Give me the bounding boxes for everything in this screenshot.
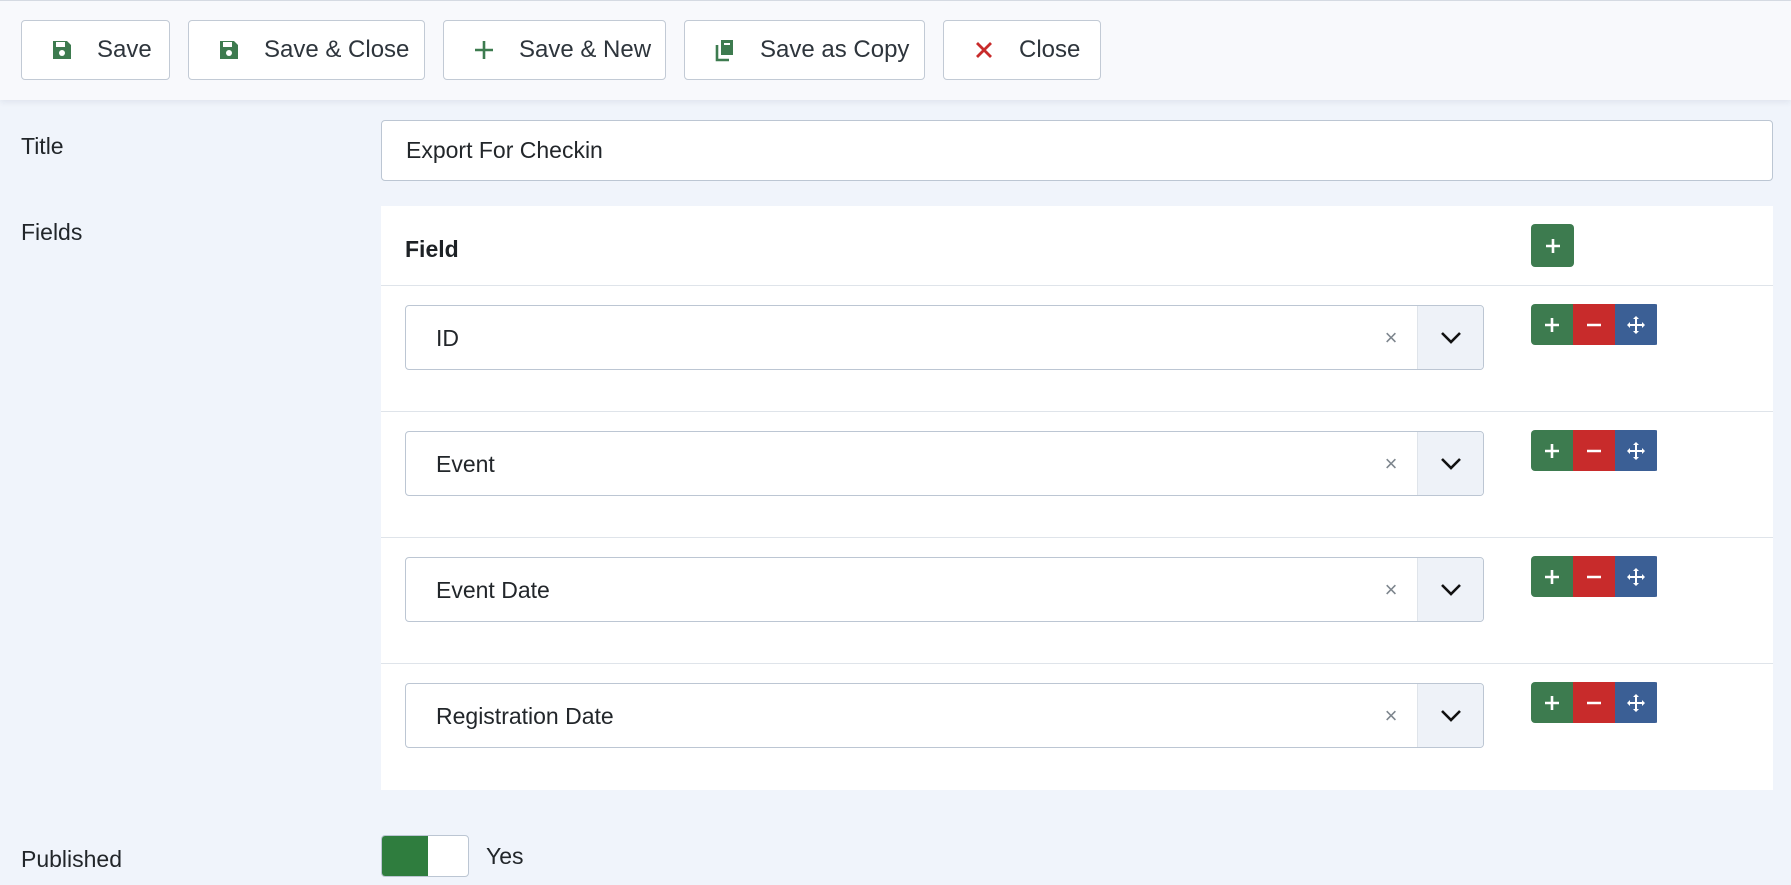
add-field-button[interactable]: [1531, 224, 1574, 267]
save-button-label: Save: [97, 36, 152, 63]
move-icon: [1627, 441, 1645, 460]
save-close-button-label: Save & Close: [264, 36, 410, 63]
add-row-button[interactable]: [1531, 304, 1573, 345]
chevron-down-icon[interactable]: [1417, 558, 1483, 621]
remove-row-button[interactable]: [1573, 304, 1615, 345]
save-as-copy-button-label: Save as Copy: [760, 36, 910, 63]
title-label: Title: [21, 133, 64, 159]
chevron-down-icon[interactable]: [1417, 306, 1483, 369]
fields-label: Fields: [21, 219, 83, 245]
remove-row-button[interactable]: [1573, 682, 1615, 723]
move-row-handle[interactable]: [1615, 304, 1657, 345]
minus-icon: [1587, 575, 1601, 578]
clear-icon[interactable]: ×: [1379, 325, 1403, 351]
plus-icon: [471, 37, 497, 63]
row-actions: [1531, 556, 1659, 597]
toolbar: Save Save & Close Save & New Save as Cop…: [0, 0, 1791, 100]
field-select-value: Event: [436, 451, 495, 477]
published-toggle[interactable]: [381, 835, 469, 877]
plus-icon: [1545, 443, 1559, 458]
plus-icon: [1545, 695, 1559, 710]
chevron-down-icon[interactable]: [1417, 684, 1483, 747]
plus-icon: [1545, 317, 1559, 332]
add-row-button[interactable]: [1531, 556, 1573, 597]
row-actions: [1531, 430, 1659, 471]
chevron-down-icon[interactable]: [1417, 432, 1483, 495]
save-close-button[interactable]: Save & Close: [188, 20, 425, 80]
close-button-label: Close: [1019, 36, 1081, 63]
move-icon: [1627, 315, 1645, 334]
field-row-id: ID ×: [381, 286, 1773, 412]
field-row-event: Event ×: [381, 412, 1773, 538]
move-icon: [1627, 567, 1645, 586]
move-row-handle[interactable]: [1615, 556, 1657, 597]
field-row-event-date: Event Date ×: [381, 538, 1773, 664]
clear-icon[interactable]: ×: [1379, 451, 1403, 477]
published-label: Published: [21, 846, 123, 872]
field-select[interactable]: Event ×: [405, 431, 1484, 496]
add-row-button[interactable]: [1531, 430, 1573, 471]
save-as-copy-button[interactable]: Save as Copy: [684, 20, 925, 80]
clear-icon[interactable]: ×: [1379, 703, 1403, 729]
add-row-button[interactable]: [1531, 682, 1573, 723]
clear-icon[interactable]: ×: [1379, 577, 1403, 603]
close-button[interactable]: Close: [943, 20, 1101, 80]
toggle-knob: [382, 836, 428, 876]
save-new-button-label: Save & New: [519, 36, 652, 63]
title-input[interactable]: [381, 120, 1773, 181]
field-select-value: Registration Date: [436, 703, 614, 729]
field-select-value: ID: [436, 325, 459, 351]
save-icon: [216, 37, 242, 63]
field-select[interactable]: Event Date ×: [405, 557, 1484, 622]
move-row-handle[interactable]: [1615, 430, 1657, 471]
move-icon: [1627, 693, 1645, 712]
fields-table-header: Field: [381, 206, 1773, 286]
save-new-button[interactable]: Save & New: [443, 20, 666, 80]
save-button[interactable]: Save: [21, 20, 170, 80]
remove-row-button[interactable]: [1573, 430, 1615, 471]
minus-icon: [1587, 323, 1601, 326]
field-row-registration-date: Registration Date ×: [381, 664, 1773, 790]
close-icon: [971, 37, 997, 63]
save-icon: [49, 37, 75, 63]
remove-row-button[interactable]: [1573, 556, 1615, 597]
published-value: Yes: [486, 843, 524, 869]
field-column-header: Field: [405, 236, 459, 262]
minus-icon: [1587, 449, 1601, 452]
minus-icon: [1587, 701, 1601, 704]
field-select[interactable]: Registration Date ×: [405, 683, 1484, 748]
fields-table: Field ID × Event × Event Date × Registra…: [381, 206, 1773, 790]
row-actions: [1531, 682, 1659, 723]
copy-icon: [712, 37, 738, 63]
plus-icon: [1545, 238, 1560, 253]
field-select-value: Event Date: [436, 577, 550, 603]
row-actions: [1531, 304, 1659, 345]
field-select[interactable]: ID ×: [405, 305, 1484, 370]
move-row-handle[interactable]: [1615, 682, 1657, 723]
plus-icon: [1545, 569, 1559, 584]
